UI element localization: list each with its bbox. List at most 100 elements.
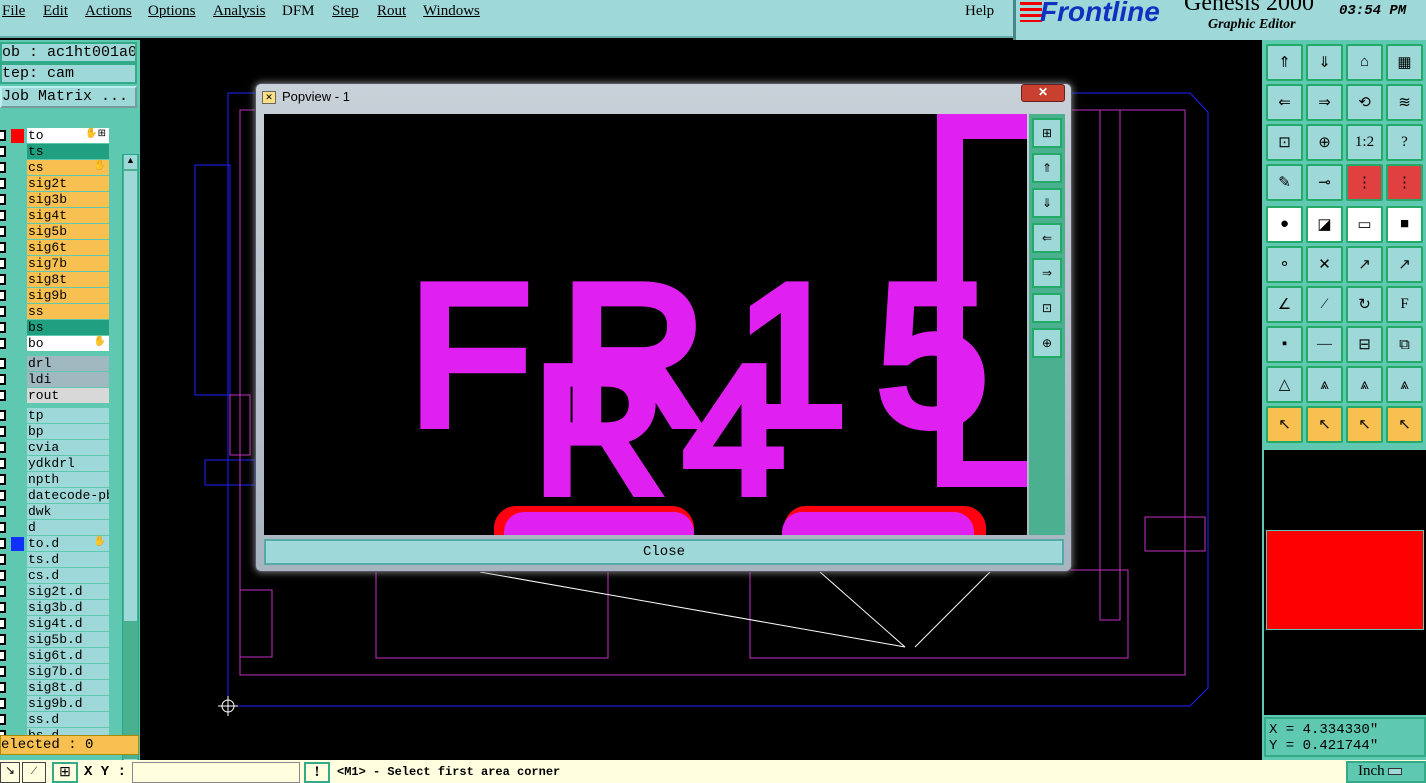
help-icon[interactable]: ? bbox=[1386, 124, 1423, 161]
layer-row[interactable]: rout bbox=[0, 388, 112, 403]
layer-checkbox[interactable] bbox=[0, 506, 6, 517]
layer-row[interactable]: ss bbox=[0, 304, 112, 319]
select-box-icon[interactable]: ↖ bbox=[1306, 406, 1343, 443]
menu-actions[interactable]: Actions bbox=[85, 3, 132, 20]
arc-side-icon[interactable]: ⩓ bbox=[1386, 366, 1423, 403]
layer-row[interactable]: to ✋⊞ bbox=[0, 128, 112, 143]
grid-icon[interactable]: ⊞ bbox=[52, 762, 78, 783]
units-selector[interactable]: Inch bbox=[1346, 761, 1426, 783]
pan-up-icon[interactable]: ⇑ bbox=[1266, 44, 1303, 81]
menu-file[interactable]: File bbox=[2, 3, 25, 20]
zoom-fit-icon[interactable]: ⊡ bbox=[1032, 293, 1062, 323]
layer-checkbox[interactable] bbox=[0, 442, 6, 453]
layer-row[interactable]: sig8t bbox=[0, 272, 112, 287]
layer-row[interactable]: sig6t bbox=[0, 240, 112, 255]
layer-checkbox[interactable] bbox=[0, 698, 6, 709]
slice-icon[interactable]: ⁄ bbox=[1306, 286, 1343, 323]
delete-icon[interactable]: ✕ bbox=[1306, 246, 1343, 283]
copy-icon[interactable]: ↗ bbox=[1386, 246, 1423, 283]
overview-map[interactable] bbox=[1264, 450, 1426, 715]
layer-row[interactable]: npth bbox=[0, 472, 112, 487]
menu-rout[interactable]: Rout bbox=[377, 3, 406, 20]
layer-checkbox[interactable] bbox=[0, 634, 6, 645]
snap-icon[interactable]: ↘ bbox=[0, 762, 20, 783]
arc-icon[interactable]: △ bbox=[1266, 366, 1303, 403]
layer-checkbox[interactable] bbox=[0, 390, 6, 401]
rotate-icon[interactable]: ↻ bbox=[1346, 286, 1383, 323]
layer-row[interactable]: sig7b bbox=[0, 256, 112, 271]
layer-checkbox[interactable] bbox=[0, 374, 6, 385]
home-icon[interactable]: ⌂ bbox=[1346, 44, 1383, 81]
layer-row[interactable]: drl bbox=[0, 356, 112, 371]
layer-checkbox[interactable] bbox=[0, 274, 6, 285]
menu-options[interactable]: Options bbox=[148, 3, 196, 20]
center-icon[interactable]: ⊕ bbox=[1032, 328, 1062, 358]
mirror-icon[interactable]: F bbox=[1386, 286, 1423, 323]
menu-edit[interactable]: Edit bbox=[43, 3, 68, 20]
layer-row[interactable]: sig5b bbox=[0, 224, 112, 239]
popview-canvas[interactable]: FR15 R4 bbox=[264, 114, 1027, 535]
angle-icon[interactable]: ∠ bbox=[1266, 286, 1303, 323]
layer-checkbox[interactable] bbox=[0, 226, 6, 237]
pan-left-icon[interactable]: ⇐ bbox=[1266, 84, 1303, 121]
layer-checkbox[interactable] bbox=[0, 522, 6, 533]
select-net-icon[interactable]: ↖ bbox=[1386, 406, 1423, 443]
zoom-in-icon[interactable]: ⊞ bbox=[1032, 118, 1062, 148]
layer-checkbox[interactable] bbox=[0, 178, 6, 189]
layer-checkbox[interactable] bbox=[0, 426, 6, 437]
layer-checkbox[interactable] bbox=[0, 338, 6, 349]
measure-icon[interactable]: ⁄ bbox=[22, 762, 46, 783]
zoom-box-icon[interactable]: ⊡ bbox=[1266, 124, 1303, 161]
layer-checkbox[interactable] bbox=[0, 554, 6, 565]
layer-row[interactable]: bs bbox=[0, 320, 112, 335]
layer-row[interactable]: sig2t bbox=[0, 176, 112, 191]
arc-top-icon[interactable]: ⩓ bbox=[1346, 366, 1383, 403]
scroll-thumb[interactable] bbox=[124, 171, 137, 621]
overview-viewport[interactable] bbox=[1266, 530, 1424, 630]
line-icon[interactable]: — bbox=[1306, 326, 1343, 363]
layer-checkbox[interactable] bbox=[0, 146, 6, 157]
menu-help[interactable]: Help bbox=[965, 3, 994, 20]
layer-row[interactable]: sig4t bbox=[0, 208, 112, 223]
pad-add-icon[interactable]: ▪ bbox=[1266, 326, 1303, 363]
scroll-up-icon[interactable]: ▲ bbox=[124, 155, 137, 169]
layer-checkbox[interactable] bbox=[0, 570, 6, 581]
zoom-half-icon[interactable]: 1:2 bbox=[1346, 124, 1383, 161]
layer-checkbox[interactable] bbox=[0, 162, 6, 173]
layer-row[interactable]: tp bbox=[0, 408, 112, 423]
layer-row[interactable]: d bbox=[0, 520, 112, 535]
layer-row[interactable]: sig5b.d bbox=[0, 632, 112, 647]
layer-row[interactable]: sig2t.d bbox=[0, 584, 112, 599]
layer-checkbox[interactable] bbox=[0, 258, 6, 269]
layer-row[interactable]: ldi bbox=[0, 372, 112, 387]
layer-checkbox[interactable] bbox=[0, 586, 6, 597]
layer-row[interactable]: bp bbox=[0, 424, 112, 439]
layer-checkbox[interactable] bbox=[0, 358, 6, 369]
layer-checkbox[interactable] bbox=[0, 490, 6, 501]
layer-checkbox[interactable] bbox=[0, 618, 6, 629]
net-icon[interactable]: ⊸ bbox=[1306, 164, 1343, 201]
pan-down-icon[interactable]: ⇓ bbox=[1306, 44, 1343, 81]
layer-checkbox[interactable] bbox=[0, 306, 6, 317]
layer-row[interactable]: ss.d bbox=[0, 712, 112, 727]
layer-scrollbar[interactable]: ▲ ▼ bbox=[122, 154, 139, 774]
layer-row[interactable]: cs.d bbox=[0, 568, 112, 583]
close-button[interactable]: Close bbox=[264, 539, 1064, 565]
layer-row[interactable]: sig7b.d bbox=[0, 664, 112, 679]
layer-row[interactable]: sig3b bbox=[0, 192, 112, 207]
menu-analysis[interactable]: Analysis bbox=[213, 3, 266, 20]
zoom-center-icon[interactable]: ⊕ bbox=[1306, 124, 1343, 161]
layer-row[interactable]: bo ✋ bbox=[0, 336, 112, 351]
layer-checkbox[interactable] bbox=[0, 242, 6, 253]
job-matrix-button[interactable]: Job Matrix ... bbox=[0, 86, 137, 108]
menu-windows[interactable]: Windows bbox=[423, 3, 480, 20]
pan-up-icon[interactable]: ⇑ bbox=[1032, 153, 1062, 183]
layer-row[interactable]: sig6t.d bbox=[0, 648, 112, 663]
polygon-icon[interactable]: ◪ bbox=[1306, 206, 1343, 243]
layer-row[interactable]: ydkdrl bbox=[0, 456, 112, 471]
menu-step[interactable]: Step bbox=[332, 3, 359, 20]
layer-checkbox[interactable] bbox=[0, 458, 6, 469]
xy-input[interactable] bbox=[132, 762, 300, 783]
edit-attr-icon[interactable]: ✎ bbox=[1266, 164, 1303, 201]
layer-checkbox[interactable] bbox=[0, 714, 6, 725]
